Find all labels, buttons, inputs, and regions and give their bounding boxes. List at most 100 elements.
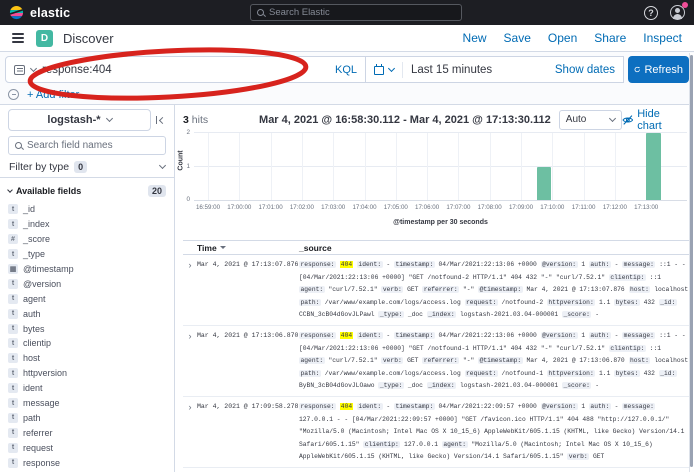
field-item-agent[interactable]: tagent [8,291,166,306]
help-icon[interactable]: ? [644,6,658,20]
gridline [271,133,272,200]
scrollbar-thumb[interactable] [690,55,693,467]
date-picker[interactable]: Last 15 minutes Show dates [366,56,624,83]
table-row: ›Mar 4, 2021 @ 17:09:58.278response: 404… [183,397,694,468]
query-input[interactable]: response:404 KQL [5,56,366,83]
new-button[interactable]: New [463,31,487,45]
discover-app-icon: D [36,30,53,47]
available-fields-header[interactable]: Available fields 20 [8,185,166,197]
field-item-@timestamp[interactable]: ▦@timestamp [8,262,166,277]
add-filter-button[interactable]: + Add filter [27,89,79,101]
show-dates-button[interactable]: Show dates [555,64,615,76]
field-type-string-icon: t [8,443,18,453]
source-field-badge: bytes: [614,299,640,306]
field-item-_id[interactable]: t_id [8,202,166,217]
elastic-logo-icon[interactable] [9,5,24,20]
chart-plot-area[interactable]: 012 [194,133,687,200]
filter-manager-icon[interactable] [8,89,19,100]
gridline [396,133,397,200]
source-field-badge: _index: [427,382,456,389]
field-item-request[interactable]: trequest [8,440,166,455]
hits-count: 3 hits [183,114,259,126]
gridline [615,133,616,200]
expand-doc-icon[interactable]: › [183,330,197,393]
gridline [427,133,428,200]
time-column-header[interactable]: Time [183,243,299,253]
x-axis-tick: 17:13:00 [626,204,666,211]
field-item-ident[interactable]: tident [8,381,166,396]
source-field-badge: verb: [381,357,403,364]
field-item-auth[interactable]: tauth [8,306,166,321]
menu-icon[interactable] [10,31,26,45]
chevron-down-icon [159,162,166,169]
calendar-icon [374,66,384,75]
expand-doc-icon[interactable]: › [183,259,197,322]
filter-by-type-toggle[interactable]: Filter by type 0 [0,157,174,178]
collapse-sidebar-icon[interactable] [156,115,166,125]
filter-count-badge: 0 [74,161,87,173]
source-field-badge: httpversion: [547,370,595,377]
inspect-button[interactable]: Inspect [643,31,682,45]
histogram-chart[interactable]: Count 012 @timestamp per 30 seconds 16:5… [183,131,694,237]
field-search-placeholder: Search field names [27,140,113,151]
saved-query-menu-icon[interactable] [14,65,25,75]
field-type-number-icon: # [8,234,18,244]
source-field-badge: timestamp: [394,332,435,339]
source-field-badge: _index: [427,311,456,318]
field-item-httpversion[interactable]: thttpversion [8,366,166,381]
expand-doc-icon[interactable]: › [183,401,197,464]
source-field-badge: path: [299,370,321,377]
field-item-message[interactable]: tmessage [8,396,166,411]
source-field-badge: httpversion: [547,299,595,306]
refresh-button[interactable]: Refresh [628,56,689,83]
field-item-referrer[interactable]: treferrer [8,425,166,440]
field-item-bytes[interactable]: tbytes [8,321,166,336]
scrollbar-track[interactable] [689,53,694,472]
field-type-string-icon: t [8,458,18,468]
divider [402,62,403,78]
field-item-clientip[interactable]: tclientip [8,336,166,351]
highlighted-value: 404 [340,261,353,268]
source-field-badge: response: [299,403,336,410]
save-button[interactable]: Save [504,31,531,45]
query-language-button[interactable]: KQL [335,64,357,76]
field-item-host[interactable]: thost [8,351,166,366]
field-name: _type [23,249,45,259]
source-field-badge: clientip: [609,274,646,281]
query-text[interactable]: response:404 [42,64,329,76]
gridline [302,133,303,200]
hide-chart-button[interactable]: Hide chart [622,108,686,132]
global-search-input[interactable]: Search Elastic [250,4,462,21]
source-field-badge: clientip: [609,345,646,352]
field-search-input[interactable]: Search field names [8,136,166,155]
field-item-@version[interactable]: t@version [8,276,166,291]
open-button[interactable]: Open [548,31,577,45]
global-search-placeholder: Search Elastic [269,7,330,18]
field-item-path[interactable]: tpath [8,410,166,425]
histogram-bar[interactable] [537,167,552,201]
field-name: auth [23,309,41,319]
field-name: agent [23,294,46,304]
time-range-value[interactable]: Last 15 minutes [411,64,492,76]
field-count-badge: 20 [148,185,166,197]
index-pattern-select[interactable]: logstash-* [8,109,151,131]
field-item-_index[interactable]: t_index [8,217,166,232]
source-field-badge: request: [465,299,498,306]
x-axis-label: @timestamp per 30 seconds [194,219,687,226]
source-field-badge: @timestamp: [478,286,523,293]
field-item-response[interactable]: tresponse [8,455,166,470]
gridline [194,132,687,133]
histogram-bar[interactable] [646,133,661,200]
gridline [239,133,240,200]
interval-select[interactable]: Auto [559,110,622,130]
source-field-badge: _id: [659,370,677,377]
chevron-down-icon [388,64,395,71]
source-field-badge: @version: [541,403,578,410]
source-field-badge: _type: [378,382,404,389]
kibana-discover-app: elastic Search Elastic ? D Discover New … [0,0,694,472]
field-item-_type[interactable]: t_type [8,247,166,262]
share-button[interactable]: Share [594,31,626,45]
source-field-badge: referrer: [422,286,459,293]
field-item-_score[interactable]: #_score [8,232,166,247]
eye-slash-icon [622,114,634,126]
